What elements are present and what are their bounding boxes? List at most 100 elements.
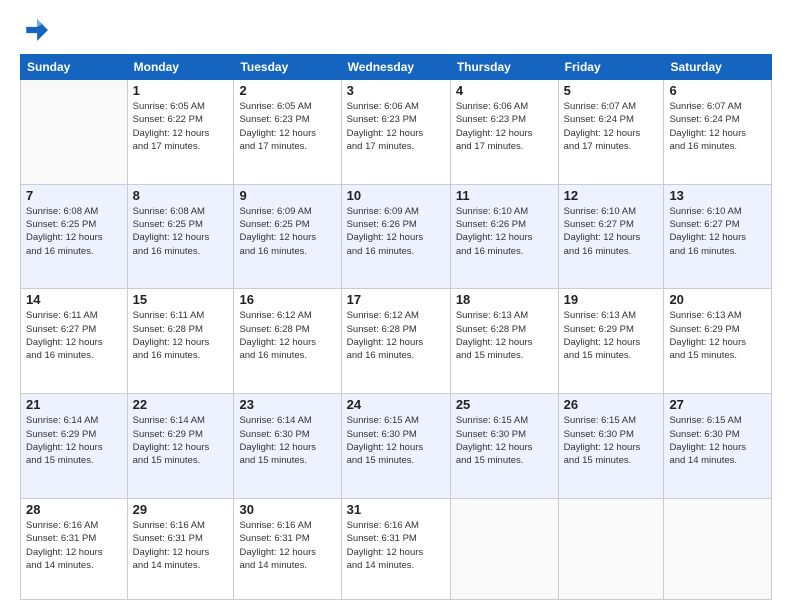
day-number: 11	[456, 188, 553, 203]
day-info: Sunrise: 6:16 AM Sunset: 6:31 PM Dayligh…	[347, 519, 445, 572]
day-number: 18	[456, 292, 553, 307]
calendar-cell: 3Sunrise: 6:06 AM Sunset: 6:23 PM Daylig…	[341, 80, 450, 185]
day-number: 31	[347, 502, 445, 517]
day-number: 7	[26, 188, 122, 203]
weekday-header-row: SundayMondayTuesdayWednesdayThursdayFrid…	[21, 55, 772, 80]
calendar-cell: 2 Sunrise: 6:05 AM Sunset: 6:23 PM Daylig…	[234, 80, 341, 185]
calendar-cell: 24Sunrise: 6:15 AM Sunset: 6:30 PM Dayli…	[341, 394, 450, 499]
calendar-cell: 16 Sunrise: 6:12 AM Sunset: 6:28 PM Dayli…	[234, 289, 341, 394]
day-info: Sunrise: 6:16 AM Sunset: 6:31 PM Dayligh…	[239, 519, 335, 572]
page: SundayMondayTuesdayWednesdayThursdayFrid…	[0, 0, 792, 612]
calendar-week-row: 28 Sunrise: 6:16 AM Sunset: 6:31 PM Dayli…	[21, 498, 772, 599]
day-info: Sunrise: 6:14 AM Sunset: 6:29 PM Dayligh…	[26, 414, 122, 467]
calendar-cell	[664, 498, 772, 599]
day-info: Sunrise: 6:07 AM Sunset: 6:24 PM Dayligh…	[669, 100, 766, 153]
day-number: 29	[133, 502, 229, 517]
day-info: Sunrise: 6:14 AM Sunset: 6:29 PM Dayligh…	[133, 414, 229, 467]
calendar-cell: 17 Sunrise: 6:12 AM Sunset: 6:28 PM Dayli…	[341, 289, 450, 394]
calendar-cell	[450, 498, 558, 599]
weekday-header-thursday: Thursday	[450, 55, 558, 80]
logo-icon	[20, 16, 48, 44]
calendar-cell: 21 Sunrise: 6:14 AM Sunset: 6:29 PM Dayli…	[21, 394, 128, 499]
day-number: 3	[347, 83, 445, 98]
header	[20, 16, 772, 44]
day-info: Sunrise: 6:09 AM Sunset: 6:25 PM Dayligh…	[239, 205, 335, 258]
calendar-cell: 5 Sunrise: 6:07 AM Sunset: 6:24 PM Daylig…	[558, 80, 664, 185]
day-info: Sunrise: 6:15 AM Sunset: 6:30 PM Dayligh…	[347, 414, 445, 467]
day-number: 15	[133, 292, 229, 307]
day-number: 9	[239, 188, 335, 203]
weekday-header-saturday: Saturday	[664, 55, 772, 80]
day-number: 2	[239, 83, 335, 98]
day-number: 13	[669, 188, 766, 203]
day-info: Sunrise: 6:05 AM Sunset: 6:22 PM Dayligh…	[133, 100, 229, 153]
day-number: 27	[669, 397, 766, 412]
calendar-cell: 6 Sunrise: 6:07 AM Sunset: 6:24 PM Daylig…	[664, 80, 772, 185]
weekday-header-sunday: Sunday	[21, 55, 128, 80]
calendar-cell: 27 Sunrise: 6:15 AM Sunset: 6:30 PM Dayli…	[664, 394, 772, 499]
calendar-cell: 4 Sunrise: 6:06 AM Sunset: 6:23 PM Daylig…	[450, 80, 558, 185]
day-info: Sunrise: 6:15 AM Sunset: 6:30 PM Dayligh…	[564, 414, 659, 467]
calendar-cell: 14Sunrise: 6:11 AM Sunset: 6:27 PM Dayli…	[21, 289, 128, 394]
day-info: Sunrise: 6:05 AM Sunset: 6:23 PM Dayligh…	[239, 100, 335, 153]
day-info: Sunrise: 6:15 AM Sunset: 6:30 PM Dayligh…	[669, 414, 766, 467]
day-info: Sunrise: 6:11 AM Sunset: 6:28 PM Dayligh…	[133, 309, 229, 362]
calendar-cell: 18 Sunrise: 6:13 AM Sunset: 6:28 PM Dayli…	[450, 289, 558, 394]
day-info: Sunrise: 6:13 AM Sunset: 6:29 PM Dayligh…	[669, 309, 766, 362]
day-info: Sunrise: 6:13 AM Sunset: 6:28 PM Dayligh…	[456, 309, 553, 362]
calendar-cell: 20 Sunrise: 6:13 AM Sunset: 6:29 PM Dayli…	[664, 289, 772, 394]
day-info: Sunrise: 6:15 AM Sunset: 6:30 PM Dayligh…	[456, 414, 553, 467]
day-number: 23	[239, 397, 335, 412]
day-number: 12	[564, 188, 659, 203]
day-number: 21	[26, 397, 122, 412]
calendar-cell: 26 Sunrise: 6:15 AM Sunset: 6:30 PM Dayli…	[558, 394, 664, 499]
calendar-cell: 28Sunrise: 6:16 AM Sunset: 6:31 PM Dayli…	[21, 498, 128, 599]
calendar-cell: 31 Sunrise: 6:16 AM Sunset: 6:31 PM Dayli…	[341, 498, 450, 599]
day-info: Sunrise: 6:08 AM Sunset: 6:25 PM Dayligh…	[133, 205, 229, 258]
day-info: Sunrise: 6:12 AM Sunset: 6:28 PM Dayligh…	[347, 309, 445, 362]
day-number: 19	[564, 292, 659, 307]
day-info: Sunrise: 6:12 AM Sunset: 6:28 PM Dayligh…	[239, 309, 335, 362]
weekday-header-friday: Friday	[558, 55, 664, 80]
day-info: Sunrise: 6:14 AM Sunset: 6:30 PM Dayligh…	[239, 414, 335, 467]
calendar-cell: 30 Sunrise: 6:16 AM Sunset: 6:31 PM Dayli…	[234, 498, 341, 599]
day-info: Sunrise: 6:11 AM Sunset: 6:27 PM Dayligh…	[26, 309, 122, 362]
day-info: Sunrise: 6:07 AM Sunset: 6:24 PM Dayligh…	[564, 100, 659, 153]
calendar-cell: 7 Sunrise: 6:08 AM Sunset: 6:25 PM Daylig…	[21, 184, 128, 289]
calendar-table: SundayMondayTuesdayWednesdayThursdayFrid…	[20, 54, 772, 600]
day-info: Sunrise: 6:09 AM Sunset: 6:26 PM Dayligh…	[347, 205, 445, 258]
calendar-cell: 22Sunrise: 6:14 AM Sunset: 6:29 PM Dayli…	[127, 394, 234, 499]
day-number: 10	[347, 188, 445, 203]
day-info: Sunrise: 6:08 AM Sunset: 6:25 PM Dayligh…	[26, 205, 122, 258]
day-number: 5	[564, 83, 659, 98]
day-number: 26	[564, 397, 659, 412]
calendar-week-row: 1 Sunrise: 6:05 AM Sunset: 6:22 PM Daylig…	[21, 80, 772, 185]
calendar-cell: 19Sunrise: 6:13 AM Sunset: 6:29 PM Dayli…	[558, 289, 664, 394]
day-number: 6	[669, 83, 766, 98]
calendar-cell: 1 Sunrise: 6:05 AM Sunset: 6:22 PM Daylig…	[127, 80, 234, 185]
day-number: 30	[239, 502, 335, 517]
day-info: Sunrise: 6:06 AM Sunset: 6:23 PM Dayligh…	[456, 100, 553, 153]
day-info: Sunrise: 6:10 AM Sunset: 6:27 PM Dayligh…	[669, 205, 766, 258]
day-info: Sunrise: 6:10 AM Sunset: 6:26 PM Dayligh…	[456, 205, 553, 258]
calendar-week-row: 7 Sunrise: 6:08 AM Sunset: 6:25 PM Daylig…	[21, 184, 772, 289]
day-number: 4	[456, 83, 553, 98]
calendar-cell: 9 Sunrise: 6:09 AM Sunset: 6:25 PM Daylig…	[234, 184, 341, 289]
calendar-cell: 10 Sunrise: 6:09 AM Sunset: 6:26 PM Dayli…	[341, 184, 450, 289]
calendar-cell: 23 Sunrise: 6:14 AM Sunset: 6:30 PM Dayli…	[234, 394, 341, 499]
day-number: 17	[347, 292, 445, 307]
calendar-cell: 29Sunrise: 6:16 AM Sunset: 6:31 PM Dayli…	[127, 498, 234, 599]
day-number: 28	[26, 502, 122, 517]
calendar-cell: 11 Sunrise: 6:10 AM Sunset: 6:26 PM Dayli…	[450, 184, 558, 289]
day-number: 20	[669, 292, 766, 307]
day-number: 25	[456, 397, 553, 412]
calendar-week-row: 21 Sunrise: 6:14 AM Sunset: 6:29 PM Dayli…	[21, 394, 772, 499]
calendar-cell: 25 Sunrise: 6:15 AM Sunset: 6:30 PM Dayli…	[450, 394, 558, 499]
calendar-cell	[21, 80, 128, 185]
weekday-header-tuesday: Tuesday	[234, 55, 341, 80]
calendar-cell: 12Sunrise: 6:10 AM Sunset: 6:27 PM Dayli…	[558, 184, 664, 289]
day-number: 1	[133, 83, 229, 98]
day-number: 16	[239, 292, 335, 307]
calendar-cell: 15 Sunrise: 6:11 AM Sunset: 6:28 PM Dayli…	[127, 289, 234, 394]
calendar-cell	[558, 498, 664, 599]
